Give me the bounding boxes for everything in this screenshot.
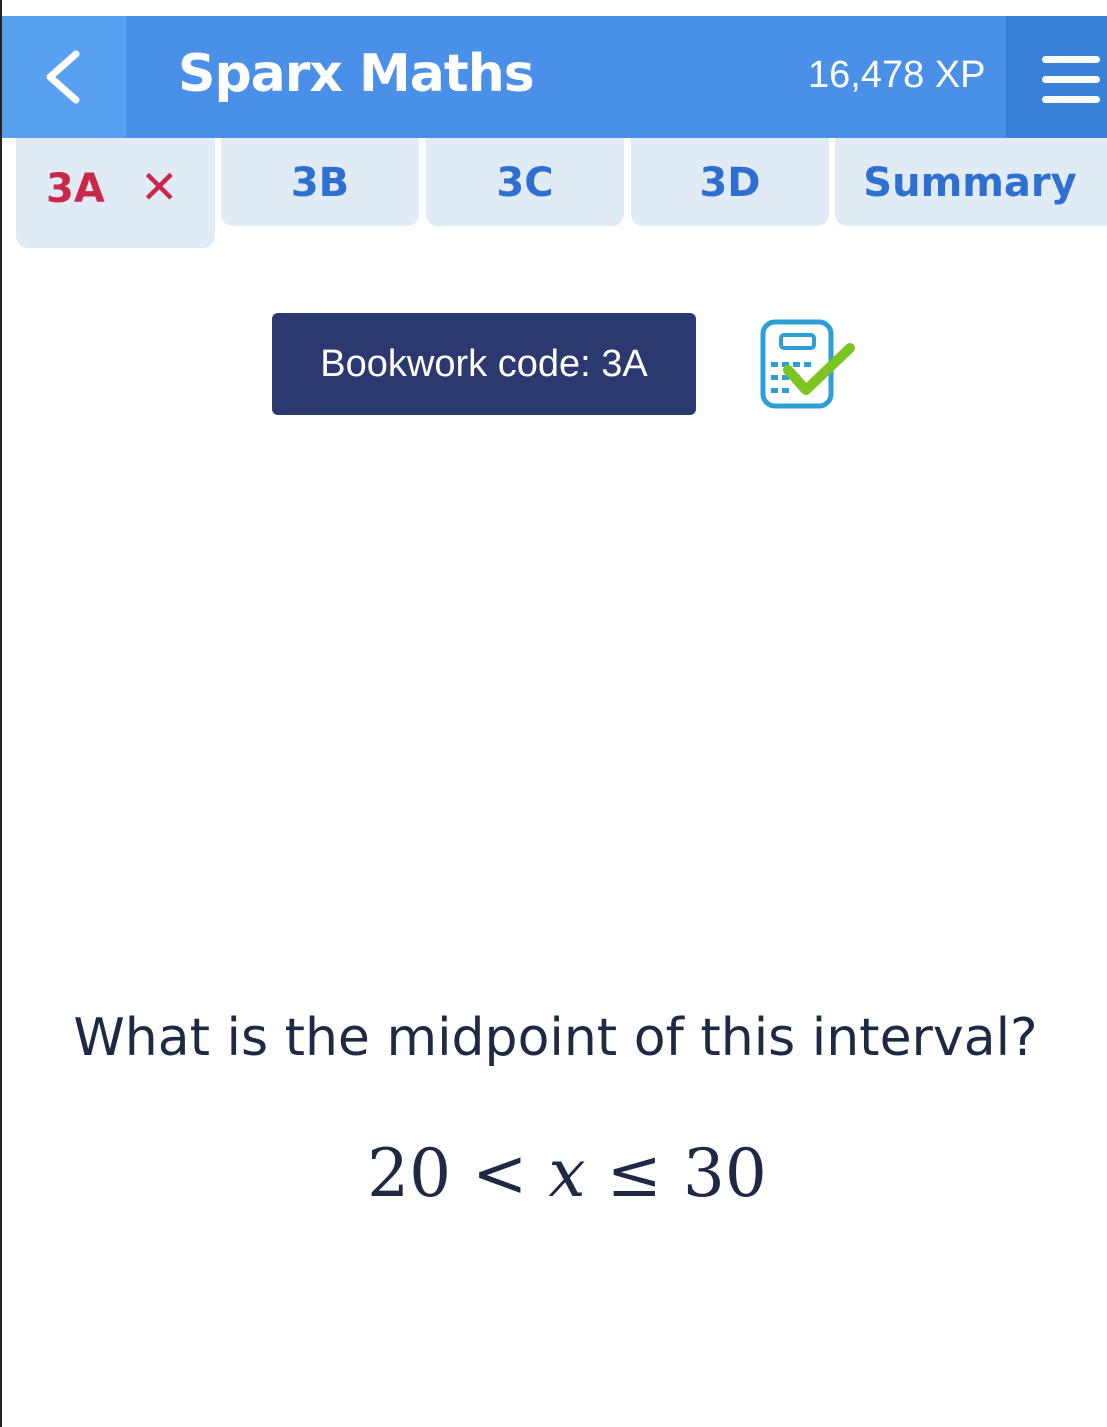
upper-bound: 30 xyxy=(682,1135,767,1212)
close-icon: ✕ xyxy=(140,160,179,214)
menu-button[interactable] xyxy=(1006,16,1107,138)
calculator-allowed-check-icon xyxy=(760,319,855,409)
bookwork-code-label: Bookwork code: 3A xyxy=(320,342,648,385)
bookwork-code-badge: Bookwork code: 3A xyxy=(272,313,696,415)
lower-bound: 20 xyxy=(367,1135,452,1212)
tab-label: 3D xyxy=(699,160,761,206)
tab-label: 3A xyxy=(46,166,105,212)
top-strip xyxy=(2,0,1107,16)
less-equal-symbol: ≤ xyxy=(606,1135,662,1212)
less-than-symbol: < xyxy=(472,1135,528,1212)
task-tabs: 3A ✕ 3B 3C 3D Summary xyxy=(2,138,1107,258)
tab-3c[interactable]: 3C xyxy=(426,138,624,226)
tab-label: 3C xyxy=(496,160,554,206)
back-button[interactable] xyxy=(2,16,126,138)
tab-3d[interactable]: 3D xyxy=(631,138,829,226)
tab-3a[interactable]: 3A ✕ xyxy=(16,138,215,248)
interval-expression: 20 < x ≤ 30 xyxy=(2,1135,1107,1212)
app-title: Sparx Maths xyxy=(178,44,535,104)
tab-summary[interactable]: Summary xyxy=(835,138,1107,226)
tab-label: Summary xyxy=(863,160,1077,206)
tab-3b[interactable]: 3B xyxy=(221,138,419,226)
app-header: Sparx Maths 16,478 XP xyxy=(2,16,1107,138)
question-text: What is the midpoint of this interval? xyxy=(73,1008,1038,1068)
chevron-left-icon xyxy=(46,50,80,104)
variable: x xyxy=(548,1135,586,1212)
xp-counter: 16,478 XP xyxy=(808,54,986,96)
tab-label: 3B xyxy=(290,160,350,206)
